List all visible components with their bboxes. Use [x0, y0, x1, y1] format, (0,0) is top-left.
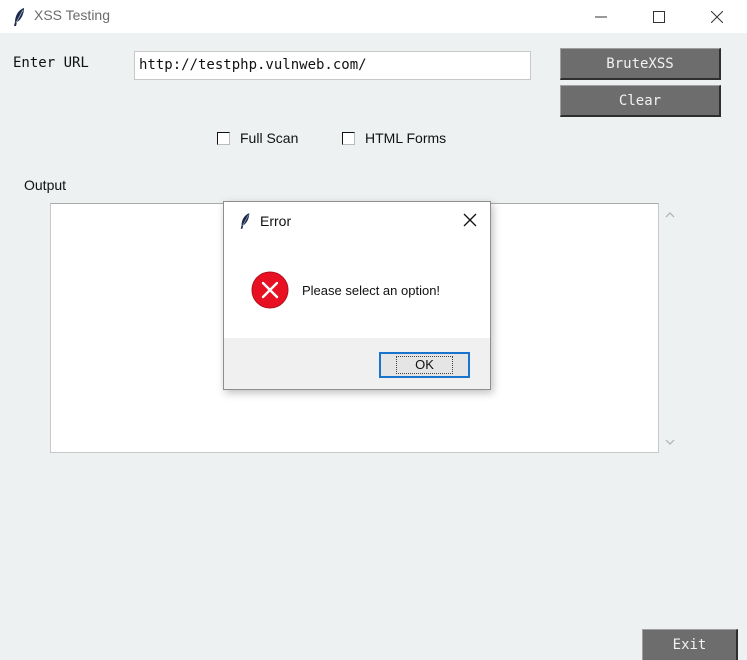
- minimize-icon: [595, 16, 607, 17]
- maximize-icon: [653, 10, 665, 23]
- url-input[interactable]: http://testphp.vulnweb.com/: [134, 51, 531, 80]
- feather-icon: [14, 8, 24, 26]
- output-label: Output: [24, 177, 67, 193]
- error-dialog: Error Please select an option! OK: [223, 201, 491, 390]
- ok-button[interactable]: OK: [379, 352, 470, 378]
- dialog-message: Please select an option!: [302, 283, 441, 298]
- url-label: Enter URL: [13, 55, 89, 71]
- close-button[interactable]: [694, 0, 740, 33]
- dialog-footer: OK: [224, 338, 490, 389]
- html-forms-checkbox[interactable]: HTML Forms: [342, 130, 446, 146]
- exit-button[interactable]: Exit: [642, 629, 738, 660]
- feather-icon: [240, 213, 250, 229]
- title-bar: XSS Testing: [0, 0, 747, 33]
- error-icon: [251, 271, 289, 309]
- scroll-down-icon[interactable]: [665, 438, 675, 446]
- dialog-close-icon[interactable]: [462, 212, 478, 228]
- full-scan-label: Full Scan: [240, 130, 299, 146]
- dialog-title: Error: [260, 213, 292, 229]
- output-scrollbar[interactable]: [659, 203, 681, 453]
- html-forms-label: HTML Forms: [365, 130, 447, 146]
- window-title: XSS Testing: [34, 7, 111, 23]
- checkbox-box[interactable]: [342, 131, 355, 145]
- clear-button[interactable]: Clear: [560, 85, 721, 117]
- ok-button-label: OK: [396, 356, 453, 374]
- scroll-up-icon[interactable]: [665, 211, 675, 219]
- full-scan-checkbox[interactable]: Full Scan: [217, 130, 298, 146]
- checkbox-box[interactable]: [217, 131, 230, 145]
- maximize-button[interactable]: [636, 0, 682, 33]
- minimize-button[interactable]: [578, 0, 624, 33]
- brutexss-button[interactable]: BruteXSS: [560, 48, 721, 80]
- close-icon: [711, 10, 723, 23]
